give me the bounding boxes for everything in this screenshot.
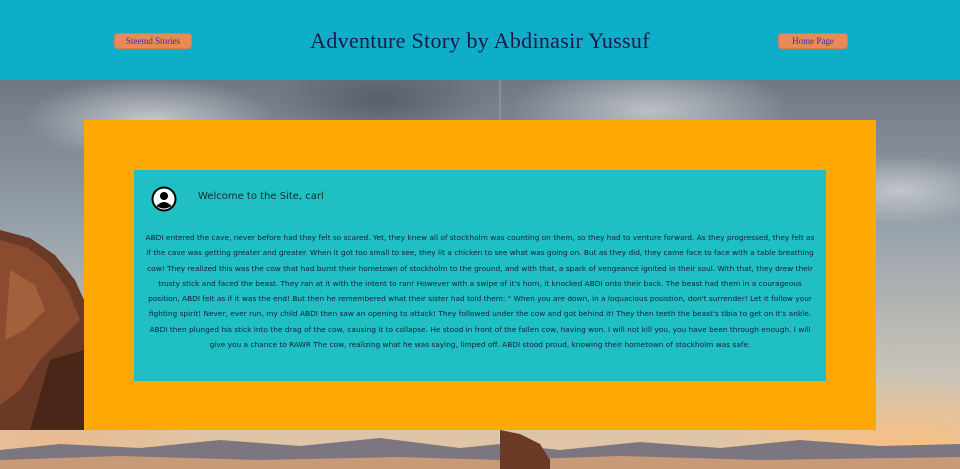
story-text: ABDI entered the cave, never before had …: [145, 233, 815, 350]
mountain-horizon-image: [0, 438, 960, 469]
page-title: Adventure Story by Abdinasir Yussuf: [310, 28, 650, 53]
steemd-stories-button[interactable]: Steemd Stories: [114, 33, 192, 49]
cliff-rock-left-image: [0, 230, 84, 430]
welcome-message: Welcome to the Site, carl: [198, 191, 324, 202]
cliff-rock-right-image: [500, 430, 550, 469]
site-header: Steemd Stories Adventure Story by Abdina…: [0, 0, 960, 80]
home-page-button[interactable]: Home Page: [778, 33, 848, 49]
user-avatar-icon: [151, 186, 177, 212]
